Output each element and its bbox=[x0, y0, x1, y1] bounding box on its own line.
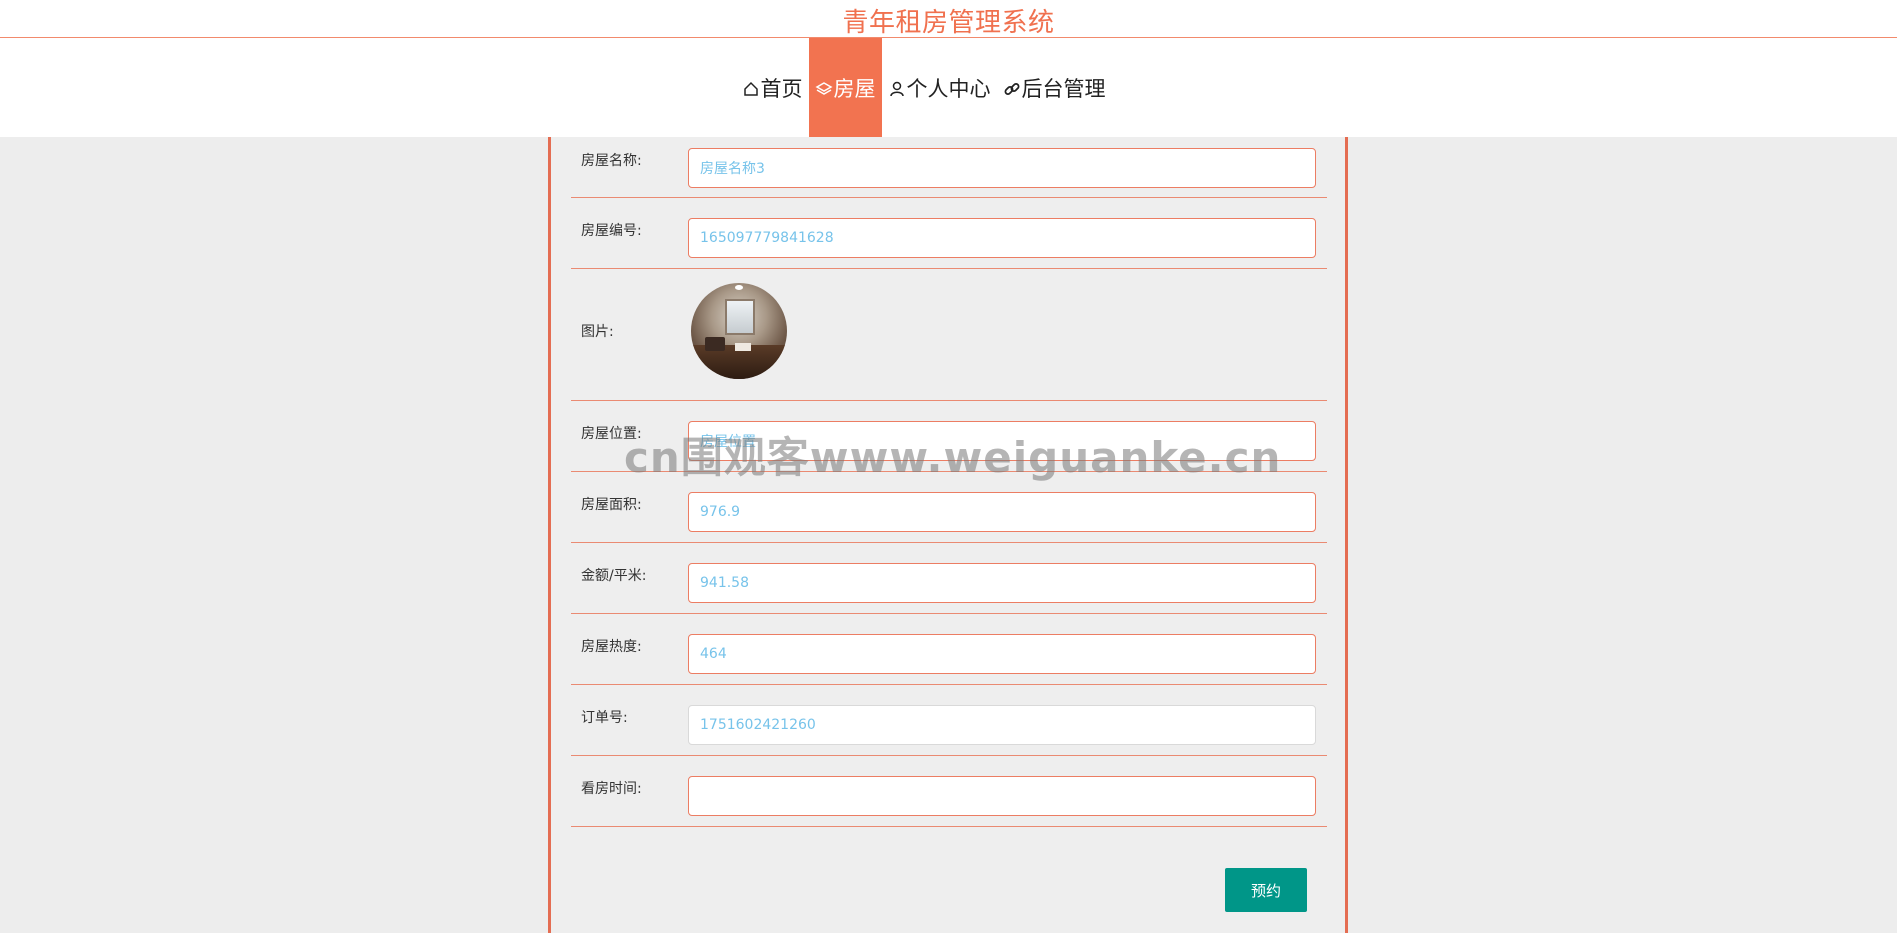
link-icon bbox=[1003, 79, 1021, 97]
site-title: 青年租房管理系统 bbox=[842, 8, 1055, 38]
booking-form: 房屋名称: 房屋编号: 图片: 房屋位置: 房屋面积: 金额/平米: 房屋热度:… bbox=[548, 137, 1348, 933]
location-label: 房屋位置: bbox=[581, 426, 642, 442]
form-row-order-no: 订单号: bbox=[571, 685, 1327, 756]
form-row-house-no: 房屋编号: bbox=[571, 198, 1327, 269]
house-no-label: 房屋编号: bbox=[581, 223, 642, 239]
house-no-input[interactable] bbox=[688, 218, 1316, 258]
heat-label: 房屋热度: bbox=[581, 639, 642, 655]
viewing-time-input[interactable] bbox=[688, 776, 1316, 816]
user-icon bbox=[888, 79, 906, 97]
picture-label: 图片: bbox=[581, 324, 614, 340]
nav-item-admin-label: 后台管理 bbox=[1021, 76, 1106, 101]
house-name-label: 房屋名称: bbox=[581, 153, 642, 169]
form-row-price: 金额/平米: bbox=[571, 543, 1327, 614]
order-no-input[interactable] bbox=[688, 705, 1316, 745]
reserve-button[interactable]: 预约 bbox=[1225, 868, 1307, 912]
main-nav: 首页 房屋 个人中心 后台管理 bbox=[0, 38, 1897, 137]
nav-item-home[interactable]: 首页 bbox=[736, 38, 809, 137]
form-row-location: 房屋位置: bbox=[571, 401, 1327, 472]
top-header: 青年租房管理系统 bbox=[0, 0, 1897, 38]
area-input[interactable] bbox=[688, 492, 1316, 532]
nav-item-profile[interactable]: 个人中心 bbox=[882, 38, 997, 137]
form-row-heat: 房屋热度: bbox=[571, 614, 1327, 685]
price-label: 金额/平米: bbox=[581, 568, 647, 584]
nav-item-home-label: 首页 bbox=[760, 76, 803, 101]
price-input[interactable] bbox=[688, 563, 1316, 603]
order-no-label: 订单号: bbox=[581, 710, 628, 726]
home-icon bbox=[742, 79, 760, 97]
house-name-input[interactable] bbox=[688, 148, 1316, 188]
location-input[interactable] bbox=[688, 421, 1316, 461]
form-row-area: 房屋面积: bbox=[571, 472, 1327, 543]
nav-item-house-label: 房屋 bbox=[833, 76, 876, 101]
nav-item-admin[interactable]: 后台管理 bbox=[997, 38, 1112, 137]
nav-item-house[interactable]: 房屋 bbox=[808, 38, 882, 137]
viewing-time-label: 看房时间: bbox=[581, 781, 642, 797]
house-photo[interactable] bbox=[691, 283, 787, 379]
nav-item-profile-label: 个人中心 bbox=[906, 76, 991, 101]
form-row-viewing-time: 看房时间: bbox=[571, 756, 1327, 827]
form-row-picture: 图片: bbox=[571, 269, 1327, 401]
layers-icon bbox=[814, 79, 833, 97]
area-label: 房屋面积: bbox=[581, 497, 642, 513]
heat-input[interactable] bbox=[688, 634, 1316, 674]
form-row-house-name: 房屋名称: bbox=[571, 137, 1327, 198]
